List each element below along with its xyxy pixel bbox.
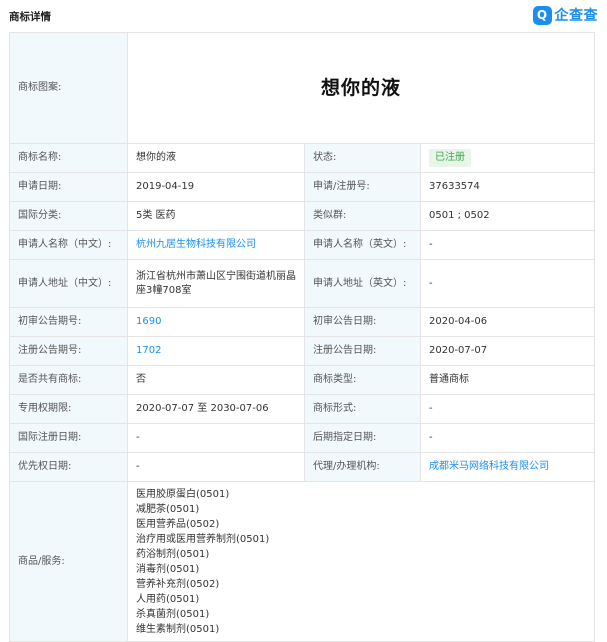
list-item: 减肥茶(0501) xyxy=(136,503,200,515)
page-header: 商标详情 Q 企查查 xyxy=(0,0,607,32)
priority-value: - xyxy=(127,452,305,482)
image-label: 商标图案: xyxy=(9,32,128,144)
address-en-label: 申请人地址（英文）: xyxy=(304,259,421,308)
table-row: 商标名称: 想你的液 状态: 已注册 xyxy=(9,143,596,173)
priority-label: 优先权日期: xyxy=(9,452,128,482)
list-item: 医用营养品(0502) xyxy=(136,518,220,530)
table-row: 国际分类: 5类 医药 类似群: 0501 ; 0502 xyxy=(9,201,596,231)
table-row: 初审公告期号: 1690 初审公告日期: 2020-04-06 xyxy=(9,307,596,337)
apply-date-label: 申请日期: xyxy=(9,172,128,202)
intl-class-label: 国际分类: xyxy=(9,201,128,231)
reg-pub-date-label: 注册公告日期: xyxy=(304,336,421,366)
reg-pub-date-value: 2020-07-07 xyxy=(419,336,596,366)
prelim-date-value: 2020-04-06 xyxy=(419,307,596,337)
form-value: - xyxy=(419,394,596,424)
prelim-date-label: 初审公告日期: xyxy=(304,307,421,337)
name-value: 想你的液 xyxy=(127,143,305,173)
reg-pub-no-link[interactable]: 1702 xyxy=(136,345,161,356)
table-row: 申请人地址（中文）: 浙江省杭州市萧山区宁围街道机丽晶座3幢708室 申请人地址… xyxy=(9,259,596,308)
prelim-no-link[interactable]: 1690 xyxy=(136,316,161,327)
form-label: 商标形式: xyxy=(304,394,421,424)
list-item: 消毒剂(0501) xyxy=(136,563,200,575)
reg-no-label: 申请/注册号: xyxy=(304,172,421,202)
table-row: 申请日期: 2019-04-19 申请/注册号: 37633574 xyxy=(9,172,596,202)
reg-no-value: 37633574 xyxy=(419,172,596,202)
intl-reg-date-label: 国际注册日期: xyxy=(9,423,128,453)
list-item: 药浴制剂(0501) xyxy=(136,548,210,560)
prelim-no-label: 初审公告期号: xyxy=(9,307,128,337)
applicant-cn-label: 申请人名称（中文）: xyxy=(9,230,128,260)
table-row: 申请人名称（中文）: 杭州九居生物科技有限公司 申请人名称（英文）: - xyxy=(9,230,596,260)
shared-value: 否 xyxy=(127,365,305,395)
table-row: 商标图案: 想你的液 xyxy=(9,32,596,144)
list-item: 杀真菌剂(0501) xyxy=(136,608,210,620)
term-value: 2020-07-07 至 2030-07-06 xyxy=(127,394,305,424)
table-row: 注册公告期号: 1702 注册公告日期: 2020-07-07 xyxy=(9,336,596,366)
trademark-image-text: 想你的液 xyxy=(321,77,402,99)
address-en-value: - xyxy=(419,259,596,308)
later-date-label: 后期指定日期: xyxy=(304,423,421,453)
services-label: 商品/服务: xyxy=(9,481,128,642)
type-label: 商标类型: xyxy=(304,365,421,395)
services-list: 医用胶原蛋白(0501) 减肥茶(0501) 医用营养品(0502) 治疗用或医… xyxy=(126,481,596,642)
term-label: 专用权期限: xyxy=(9,394,128,424)
list-item: 人用药(0501) xyxy=(136,593,200,605)
group-value: 0501 ; 0502 xyxy=(419,201,596,231)
applicant-en-label: 申请人名称（英文）: xyxy=(304,230,421,260)
type-value: 普通商标 xyxy=(419,365,596,395)
apply-date-value: 2019-04-19 xyxy=(127,172,305,202)
name-label: 商标名称: xyxy=(9,143,128,173)
table-row: 优先权日期: - 代理/办理机构: 成都米马网络科技有限公司 xyxy=(9,452,596,482)
qichacha-logo-icon: Q xyxy=(532,5,552,25)
shared-label: 是否共有商标: xyxy=(9,365,128,395)
agent-label: 代理/办理机构: xyxy=(304,452,421,482)
qichacha-logo[interactable]: Q 企查查 xyxy=(532,5,599,25)
logo-text: 企查查 xyxy=(554,8,598,24)
table-row: 专用权期限: 2020-07-07 至 2030-07-06 商标形式: - xyxy=(9,394,596,424)
status-badge: 已注册 xyxy=(429,149,471,167)
applicant-en-value: - xyxy=(419,230,596,260)
list-item: 维生素制剂(0501) xyxy=(136,623,220,635)
table-row: 商品/服务: 医用胶原蛋白(0501) 减肥茶(0501) 医用营养品(0502… xyxy=(9,481,596,642)
list-item: 医用胶原蛋白(0501) xyxy=(136,488,230,500)
table-row: 国际注册日期: - 后期指定日期: - xyxy=(9,423,596,453)
intl-reg-date-value: - xyxy=(127,423,305,453)
applicant-cn-link[interactable]: 杭州九居生物科技有限公司 xyxy=(136,239,256,250)
address-cn-label: 申请人地址（中文）: xyxy=(9,259,128,308)
reg-pub-no-label: 注册公告期号: xyxy=(9,336,128,366)
group-label: 类似群: xyxy=(304,201,421,231)
intl-class-value: 5类 医药 xyxy=(127,201,305,231)
address-cn-value: 浙江省杭州市萧山区宁围街道机丽晶座3幢708室 xyxy=(127,259,305,308)
trademark-detail-table: 商标图案: 想你的液 商标名称: 想你的液 状态: 已注册 申请日期: 2019… xyxy=(9,32,596,642)
section-title: 商标详情 xyxy=(9,11,51,23)
later-date-value: - xyxy=(419,423,596,453)
agent-link[interactable]: 成都米马网络科技有限公司 xyxy=(429,461,549,472)
list-item: 治疗用或医用营养制剂(0501) xyxy=(136,533,270,545)
trademark-image: 想你的液 xyxy=(126,32,596,144)
table-row: 是否共有商标: 否 商标类型: 普通商标 xyxy=(9,365,596,395)
status-label: 状态: xyxy=(304,143,421,173)
list-item: 营养补充剂(0502) xyxy=(136,578,220,590)
